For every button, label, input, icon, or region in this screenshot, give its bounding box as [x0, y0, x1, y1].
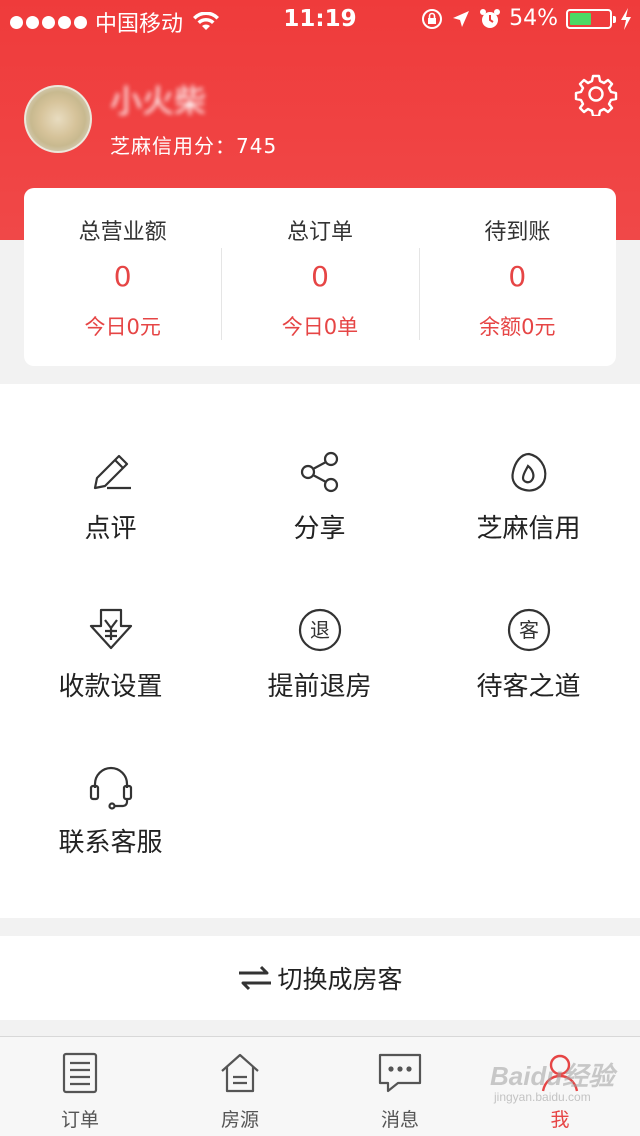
switch-label: 切换成房客: [277, 965, 403, 994]
hospitality-icon: 客: [507, 608, 550, 652]
tab-label: 我: [550, 1109, 570, 1131]
message-icon: [378, 1053, 422, 1093]
tab-label: 消息: [380, 1109, 419, 1131]
alarm-icon: [480, 8, 501, 28]
menu-label: 联系客服: [58, 828, 163, 858]
menu-item-payment-settings[interactable]: 收款设置: [4, 606, 217, 703]
stat-sub: 余额0元: [479, 315, 556, 339]
stat-total-revenue[interactable]: 总营业额 0 今日0元: [24, 188, 221, 366]
menu-item-review[interactable]: 点评: [4, 448, 217, 545]
stat-title: 总营业额: [78, 220, 167, 245]
stat-title: 待到账: [484, 220, 551, 245]
location-arrow-icon: [453, 10, 470, 27]
stat-value: 0: [311, 260, 329, 293]
tab-label: 房源: [220, 1109, 259, 1131]
menu-label: 待客之道: [476, 672, 581, 702]
tab-label: 订单: [60, 1109, 99, 1131]
menu-item-hospitality[interactable]: 客 待客之道: [422, 606, 635, 703]
house-icon: [221, 1053, 259, 1093]
svg-text:退: 退: [310, 618, 330, 642]
watermark-url: jingyan.baidu.com: [494, 1090, 591, 1104]
menu-label: 分享: [293, 514, 346, 544]
menu-item-share[interactable]: 分享: [213, 448, 426, 545]
swap-arrows-icon: [239, 965, 272, 991]
rotation-lock-icon: [422, 8, 443, 29]
tab-orders[interactable]: 订单: [0, 1037, 160, 1136]
stat-value: 0: [113, 260, 132, 293]
headset-icon: [89, 766, 132, 810]
credit-score: 芝麻信用分：745: [110, 134, 278, 158]
menu-item-early-checkout[interactable]: 退 提前退房: [213, 606, 426, 703]
gear-icon[interactable]: [574, 72, 618, 116]
menu-label: 提前退房: [267, 672, 372, 702]
order-list-icon: [62, 1052, 98, 1094]
tab-messages[interactable]: 消息: [320, 1037, 480, 1136]
sesame-credit-icon: [510, 452, 546, 492]
battery-percent: 54%: [509, 6, 558, 31]
early-checkout-icon: 退: [298, 608, 341, 652]
username: 小火柴: [110, 82, 207, 120]
tab-listings[interactable]: 房源: [160, 1037, 320, 1136]
stat-sub: 今日0单: [281, 315, 359, 339]
stat-pending-payout[interactable]: 待到账 0 余额0元: [418, 188, 616, 366]
stats-card: 总营业额 0 今日0元 总订单 0 今日0单 待到账 0 余额0元: [24, 188, 616, 366]
switch-to-guest-button[interactable]: 切换成房客: [0, 936, 640, 1020]
payment-settings-icon: [89, 608, 132, 650]
menu-grid: 点评 分享 芝麻信用 收款设置 退 提前退房 客 待客之道 联系客服: [0, 384, 640, 918]
avatar[interactable]: [24, 85, 92, 153]
menu-item-sesame-credit[interactable]: 芝麻信用: [422, 448, 635, 545]
stat-value: 0: [508, 260, 527, 293]
menu-label: 芝麻信用: [476, 514, 581, 544]
menu-label: 点评: [84, 514, 137, 544]
charging-icon: [621, 7, 631, 30]
svg-text:客: 客: [519, 618, 539, 642]
status-bar: 中国移动 11:19 54%: [0, 0, 640, 40]
stat-sub: 今日0元: [84, 315, 161, 339]
stat-total-orders[interactable]: 总订单 0 今日0单: [221, 188, 418, 366]
menu-label: 收款设置: [58, 672, 163, 702]
battery-icon: [566, 8, 616, 29]
pen-icon: [93, 454, 131, 490]
watermark: Baidu经验: [490, 1061, 615, 1091]
menu-item-customer-service[interactable]: 联系客服: [4, 762, 217, 859]
share-icon: [300, 451, 338, 493]
stat-title: 总订单: [286, 220, 353, 245]
